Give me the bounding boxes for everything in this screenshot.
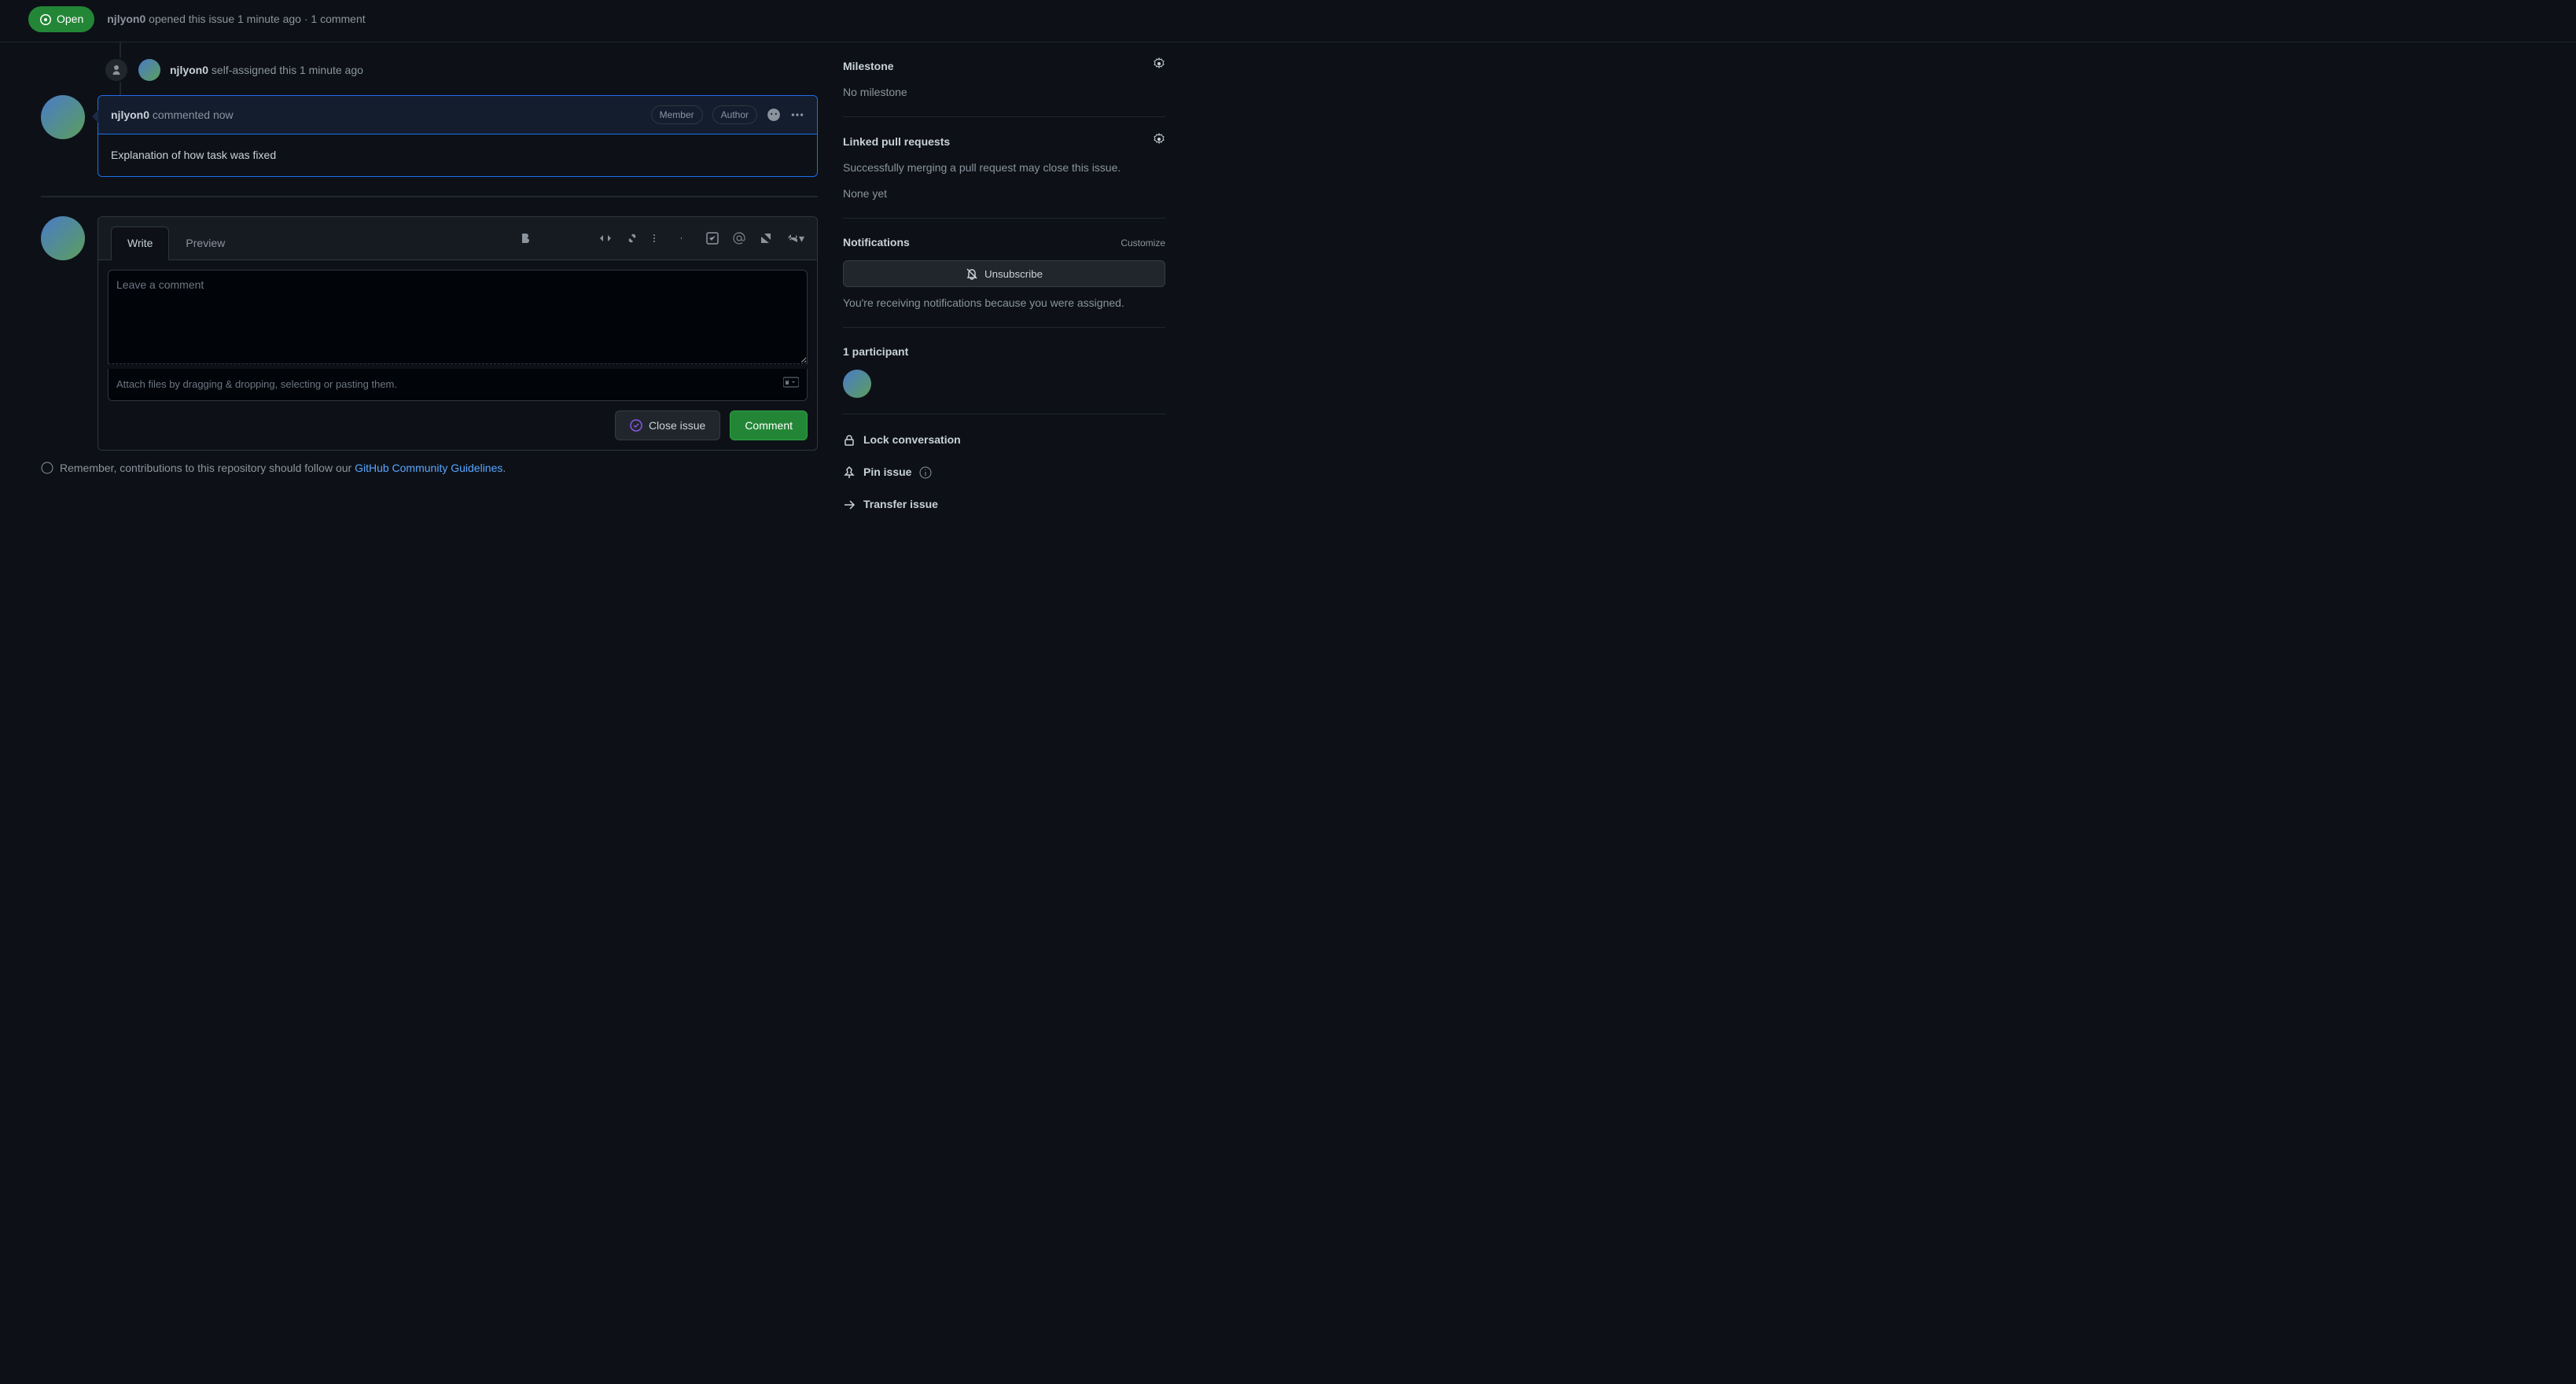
emoji-reaction-button[interactable] — [767, 108, 781, 122]
italic-icon[interactable] — [546, 230, 558, 247]
avatar[interactable] — [41, 216, 85, 260]
unordered-list-icon[interactable] — [653, 230, 665, 247]
milestone-title: Milestone — [843, 58, 894, 75]
cross-reference-icon[interactable] — [760, 230, 772, 247]
info-icon — [41, 462, 53, 474]
issue-subtitle: njlyon0 opened this issue 1 minute ago ·… — [107, 11, 365, 28]
saved-replies-icon[interactable]: ▾ — [786, 230, 804, 247]
guidelines-link[interactable]: GitHub Community Guidelines — [355, 462, 502, 474]
status-badge: Open — [28, 6, 94, 32]
author-link[interactable]: njlyon0 — [107, 13, 145, 25]
kebab-menu-button[interactable] — [790, 108, 804, 122]
timeline-author[interactable]: njlyon0 — [170, 64, 208, 76]
participants-title: 1 participant — [843, 344, 1165, 360]
timeline-self-assign: njlyon0 self-assigned this 1 minute ago — [13, 54, 818, 95]
member-badge: Member — [651, 105, 703, 124]
quote-icon[interactable] — [572, 230, 585, 247]
ordered-list-icon[interactable] — [679, 230, 692, 247]
status-text: Open — [57, 11, 83, 28]
comment-button[interactable]: Comment — [730, 410, 808, 440]
linked-pr-title: Linked pull requests — [843, 134, 950, 150]
gear-icon[interactable] — [1153, 57, 1165, 75]
bell-slash-icon — [966, 267, 978, 280]
transfer-issue-action[interactable]: Transfer issue — [843, 488, 1165, 521]
gear-icon[interactable] — [1153, 133, 1165, 150]
participant-avatar[interactable] — [843, 370, 871, 398]
milestone-value: No milestone — [843, 84, 1165, 101]
arrow-right-icon — [843, 499, 856, 511]
linked-pr-desc: Successfully merging a pull request may … — [843, 160, 1165, 176]
person-icon — [104, 57, 129, 83]
tab-write[interactable]: Write — [111, 226, 169, 260]
comment-box: njlyon0 commented now Member Author — [98, 95, 818, 177]
mention-icon[interactable] — [733, 230, 745, 247]
notifications-title: Notifications — [843, 234, 910, 251]
lock-icon — [843, 434, 856, 447]
comment-timestamp[interactable]: now — [213, 109, 234, 121]
bold-icon[interactable] — [519, 230, 532, 247]
notification-reason: You're receiving notifications because y… — [843, 295, 1165, 311]
link-icon[interactable] — [626, 230, 638, 247]
author-badge: Author — [712, 105, 757, 124]
code-icon[interactable] — [599, 230, 612, 247]
unsubscribe-button[interactable]: Unsubscribe — [843, 260, 1165, 287]
markdown-icon[interactable] — [783, 377, 799, 392]
linked-pr-value: None yet — [843, 186, 1165, 202]
lock-conversation-action[interactable]: Lock conversation — [843, 424, 1165, 456]
issue-open-icon — [39, 13, 52, 26]
comment-textarea[interactable] — [108, 270, 808, 364]
info-icon[interactable] — [919, 466, 932, 479]
heading-icon[interactable] — [492, 230, 505, 247]
pin-icon — [843, 466, 856, 479]
close-issue-button[interactable]: Close issue — [615, 410, 720, 440]
customize-link[interactable]: Customize — [1121, 236, 1165, 250]
comment-author[interactable]: njlyon0 — [111, 109, 149, 121]
pin-issue-action[interactable]: Pin issue — [843, 456, 1165, 488]
guidelines-notice: Remember, contributions to this reposito… — [13, 451, 818, 486]
attach-files-bar[interactable]: Attach files by dragging & dropping, sel… — [108, 369, 808, 401]
avatar[interactable] — [41, 95, 85, 139]
tab-preview[interactable]: Preview — [169, 226, 241, 260]
avatar-small[interactable] — [138, 59, 160, 81]
comment-body: Explanation of how task was fixed — [98, 134, 817, 176]
new-comment-form: Write Preview — [98, 216, 818, 451]
tasklist-icon[interactable] — [706, 230, 719, 247]
